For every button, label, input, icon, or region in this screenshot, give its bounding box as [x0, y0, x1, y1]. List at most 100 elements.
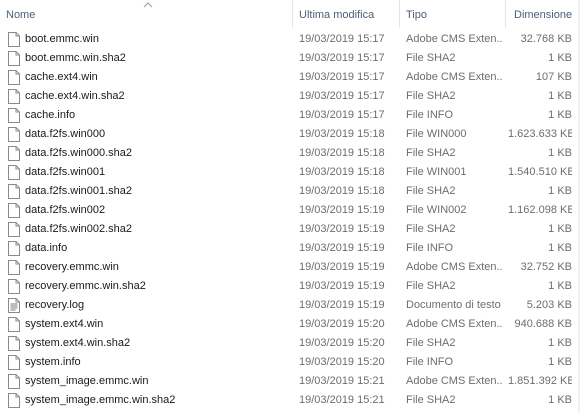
file-size: 1 KB: [548, 185, 572, 197]
file-type: File WIN001: [406, 166, 467, 178]
file-row[interactable]: data.f2fs.win000.sha2 19/03/2019 15:18 Fil…: [0, 144, 580, 163]
file-size: 1.623.633 KB: [508, 128, 572, 140]
file-size: 32.752 KB: [520, 261, 572, 273]
file-modified-date: 19/03/2019 15:18: [299, 185, 385, 197]
file-name: recovery.emmc.win.sha2: [25, 280, 146, 292]
file-row[interactable]: cache.ext4.win.sha2 19/03/2019 15:17 File …: [0, 87, 580, 106]
file-icon: [8, 108, 20, 123]
file-name: boot.emmc.win.sha2: [25, 52, 126, 64]
file-icon: [8, 89, 20, 104]
file-type: File INFO: [406, 242, 454, 254]
file-size: 940.688 KB: [514, 318, 573, 330]
file-row[interactable]: data.f2fs.win002.sha2 19/03/2019 15:19 Fil…: [0, 220, 580, 239]
file-icon: [8, 70, 20, 85]
file-row[interactable]: data.f2fs.win001 19/03/2019 15:18 File WIN…: [0, 163, 580, 182]
file-size: 1 KB: [548, 147, 572, 159]
file-name: data.info: [25, 242, 68, 254]
file-size: 1.851.392 KB: [508, 375, 572, 387]
file-list: boot.emmc.win 19/03/2019 15:17 Adobe CMS E…: [0, 30, 580, 410]
file-icon: [8, 146, 20, 161]
file-size: 1 KB: [548, 242, 572, 254]
file-size: 1 KB: [548, 109, 572, 121]
file-icon: [8, 336, 20, 351]
file-type: File SHA2: [406, 52, 456, 64]
file-modified-date: 19/03/2019 15:19: [299, 299, 385, 311]
file-size: 1 KB: [548, 337, 572, 349]
column-header-name[interactable]: Nome: [6, 0, 35, 28]
file-name: recovery.emmc.win: [25, 261, 119, 273]
file-row[interactable]: cache.ext4.win 19/03/2019 15:17 Adobe CMS …: [0, 68, 580, 87]
file-row[interactable]: data.f2fs.win000 19/03/2019 15:18 File WIN…: [0, 125, 580, 144]
file-row[interactable]: boot.emmc.win.sha2 19/03/2019 15:17 File S…: [0, 49, 580, 68]
file-name: cache.info: [25, 109, 76, 121]
file-modified-date: 19/03/2019 15:19: [299, 223, 385, 235]
file-size: 1 KB: [548, 52, 572, 64]
file-modified-date: 19/03/2019 15:17: [299, 33, 385, 45]
file-type: File SHA2: [406, 185, 456, 197]
file-size: 1.162.098 KB: [508, 204, 572, 216]
file-size: 5.203 KB: [526, 299, 572, 311]
file-icon: [8, 184, 20, 199]
column-divider[interactable]: [505, 0, 506, 28]
file-icon: [8, 222, 20, 237]
file-type: Adobe CMS Exten...: [406, 375, 502, 387]
file-modified-date: 19/03/2019 15:18: [299, 147, 385, 159]
file-name: system.info: [25, 356, 81, 368]
file-type: File SHA2: [406, 394, 456, 406]
file-size: 1.540.510 KB: [508, 166, 572, 178]
file-icon: [8, 279, 20, 294]
file-row[interactable]: recovery.log 19/03/2019 15:19 Documento di…: [0, 296, 580, 315]
file-type: File WIN002: [406, 204, 467, 216]
file-name: system.ext4.win: [25, 318, 104, 330]
file-row[interactable]: system.info 19/03/2019 15:20 File INFO 1 KB: [0, 353, 580, 372]
file-row[interactable]: recovery.emmc.win.sha2 19/03/2019 15:19 Fi…: [0, 277, 580, 296]
file-row[interactable]: boot.emmc.win 19/03/2019 15:17 Adobe CMS E…: [0, 30, 580, 49]
file-icon: [8, 241, 20, 256]
file-row[interactable]: system_image.emmc.win 19/03/2019 15:21 Ado…: [0, 372, 580, 391]
file-row[interactable]: system.ext4.win 19/03/2019 15:20 Adobe CMS…: [0, 315, 580, 334]
column-header-type[interactable]: Tipo: [406, 0, 427, 28]
file-size: 107 KB: [535, 71, 572, 83]
file-name: data.f2fs.win001: [25, 166, 106, 178]
file-row[interactable]: data.f2fs.win001.sha2 19/03/2019 15:18 Fil…: [0, 182, 580, 201]
file-name: data.f2fs.win000.sha2: [25, 147, 133, 159]
file-type: File WIN000: [406, 128, 467, 140]
file-row[interactable]: cache.info 19/03/2019 15:17 File INFO 1 KB: [0, 106, 580, 125]
file-modified-date: 19/03/2019 15:19: [299, 204, 385, 216]
file-type: File SHA2: [406, 337, 456, 349]
column-header-size[interactable]: Dimensione: [514, 0, 572, 28]
file-icon: [8, 374, 20, 389]
file-row[interactable]: recovery.emmc.win 19/03/2019 15:19 Adobe C…: [0, 258, 580, 277]
file-modified-date: 19/03/2019 15:17: [299, 109, 385, 121]
file-name: data.f2fs.win002.sha2: [25, 223, 133, 235]
file-icon: [8, 317, 20, 332]
file-icon: [8, 203, 20, 218]
file-name: cache.ext4.win: [25, 71, 98, 83]
file-modified-date: 19/03/2019 15:20: [299, 337, 385, 349]
file-modified-date: 19/03/2019 15:20: [299, 318, 385, 330]
file-modified-date: 19/03/2019 15:18: [299, 166, 385, 178]
file-row[interactable]: data.info 19/03/2019 15:19 File INFO 1 KB: [0, 239, 580, 258]
file-modified-date: 19/03/2019 15:18: [299, 128, 385, 140]
file-name: data.f2fs.win001.sha2: [25, 185, 133, 197]
file-type: File INFO: [406, 356, 454, 368]
file-modified-date: 19/03/2019 15:21: [299, 375, 385, 387]
file-size: 1 KB: [548, 90, 572, 102]
file-type: File SHA2: [406, 223, 456, 235]
file-type: File SHA2: [406, 147, 456, 159]
file-row[interactable]: system_image.emmc.win.sha2 19/03/2019 15:…: [0, 391, 580, 410]
file-name: data.f2fs.win000: [25, 128, 106, 140]
file-size: 1 KB: [548, 280, 572, 292]
file-size: 32.768 KB: [520, 33, 572, 45]
file-type: Adobe CMS Exten...: [406, 33, 502, 45]
sort-ascending-icon: [143, 2, 153, 8]
file-name: system_image.emmc.win.sha2: [25, 394, 176, 406]
column-divider[interactable]: [292, 0, 293, 28]
file-type: File SHA2: [406, 280, 456, 292]
column-header-modified[interactable]: Ultima modifica: [299, 0, 374, 28]
file-name: cache.ext4.win.sha2: [25, 90, 125, 102]
column-divider[interactable]: [399, 0, 400, 28]
text-document-icon: [8, 298, 20, 313]
file-row[interactable]: data.f2fs.win002 19/03/2019 15:19 File WIN…: [0, 201, 580, 220]
file-row[interactable]: system.ext4.win.sha2 19/03/2019 15:20 File…: [0, 334, 580, 353]
